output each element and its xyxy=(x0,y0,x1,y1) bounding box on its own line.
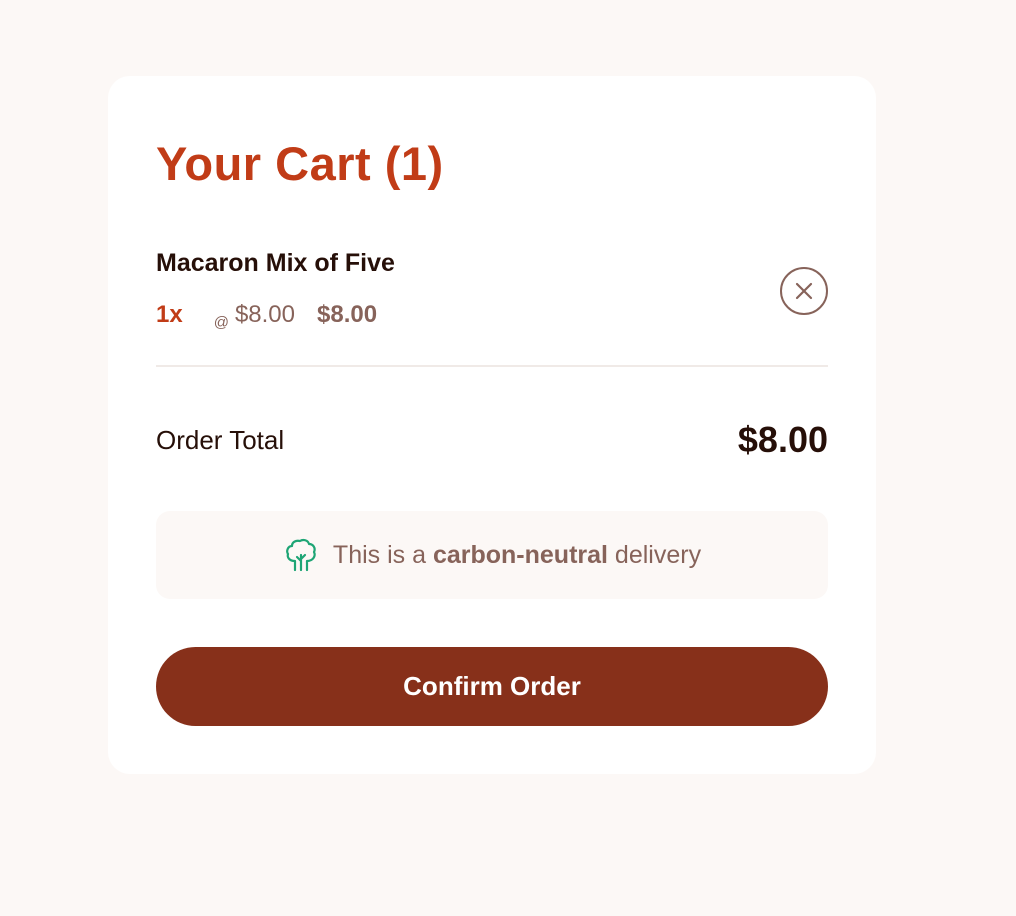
carbon-notice-suffix: delivery xyxy=(607,540,702,569)
tree-icon xyxy=(286,538,316,572)
order-total-value: $8.00 xyxy=(737,419,828,460)
order-total-row: Order Total $8.00 xyxy=(156,416,828,464)
item-meta: 1x @ $8.00 $8.00 xyxy=(156,298,377,332)
item-name: Macaron Mix of Five xyxy=(156,249,395,277)
remove-item-button[interactable] xyxy=(780,267,828,315)
item-quantity: 1x xyxy=(156,301,183,328)
item-unit-price: $8.00 xyxy=(234,301,295,328)
item-at-symbol: @ xyxy=(213,314,229,331)
order-total-label: Order Total xyxy=(156,425,285,455)
item-divider xyxy=(156,365,828,367)
cart-title: Your Cart (1) xyxy=(156,137,444,190)
carbon-neutral-notice: This is a carbon-neutral delivery xyxy=(156,511,828,599)
carbon-notice-text: This is a carbon-neutral delivery xyxy=(333,541,701,570)
cart-panel: Your Cart (1) Macaron Mix of Five 1x @ $… xyxy=(108,76,876,774)
close-icon xyxy=(795,282,813,300)
confirm-order-button[interactable]: Confirm Order xyxy=(156,647,828,726)
cart-item: Macaron Mix of Five 1x @ $8.00 $8.00 xyxy=(156,246,828,366)
item-subtotal: $8.00 xyxy=(317,301,378,328)
carbon-notice-highlight: carbon-neutral xyxy=(432,540,608,569)
carbon-notice-prefix: This is a xyxy=(332,540,433,569)
